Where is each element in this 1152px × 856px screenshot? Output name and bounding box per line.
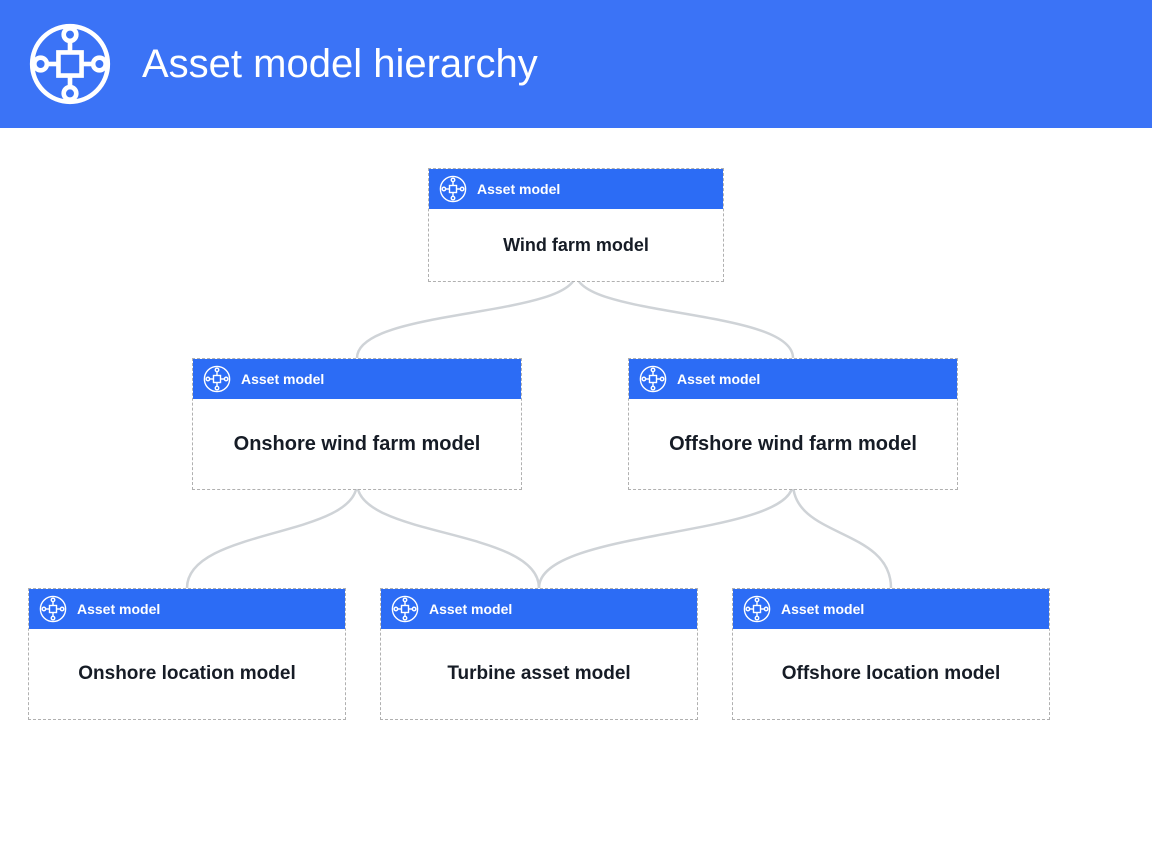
node-wind-farm-model: Asset model Wind farm model [428, 168, 724, 282]
node-title: Onshore location model [29, 629, 345, 719]
node-header: Asset model [381, 589, 697, 629]
node-type-label: Asset model [677, 371, 760, 387]
node-type-label: Asset model [477, 181, 560, 197]
node-header: Asset model [29, 589, 345, 629]
asset-model-icon [28, 22, 112, 106]
node-turbine-asset-model: Asset model Turbine asset model [380, 588, 698, 720]
node-onshore-location-model: Asset model Onshore location model [28, 588, 346, 720]
node-title: Offshore wind farm model [629, 399, 957, 489]
node-header: Asset model [193, 359, 521, 399]
asset-model-icon [391, 595, 419, 623]
node-onshore-wind-farm-model: Asset model Onshore wind farm model [192, 358, 522, 490]
node-header: Asset model [733, 589, 1049, 629]
asset-model-icon [743, 595, 771, 623]
node-type-label: Asset model [241, 371, 324, 387]
page-header: Asset model hierarchy [0, 0, 1152, 128]
node-title: Offshore location model [733, 629, 1049, 719]
node-type-label: Asset model [781, 601, 864, 617]
asset-model-icon [439, 175, 467, 203]
asset-model-icon [203, 365, 231, 393]
node-title: Wind farm model [429, 209, 723, 281]
node-type-label: Asset model [77, 601, 160, 617]
asset-model-icon [639, 365, 667, 393]
node-type-label: Asset model [429, 601, 512, 617]
asset-model-icon [39, 595, 67, 623]
node-title: Onshore wind farm model [193, 399, 521, 489]
node-title: Turbine asset model [381, 629, 697, 719]
diagram-canvas: Asset model Wind farm model Asset model … [0, 128, 1152, 856]
node-header: Asset model [629, 359, 957, 399]
page-title: Asset model hierarchy [142, 42, 538, 87]
node-offshore-location-model: Asset model Offshore location model [732, 588, 1050, 720]
node-header: Asset model [429, 169, 723, 209]
node-offshore-wind-farm-model: Asset model Offshore wind farm model [628, 358, 958, 490]
